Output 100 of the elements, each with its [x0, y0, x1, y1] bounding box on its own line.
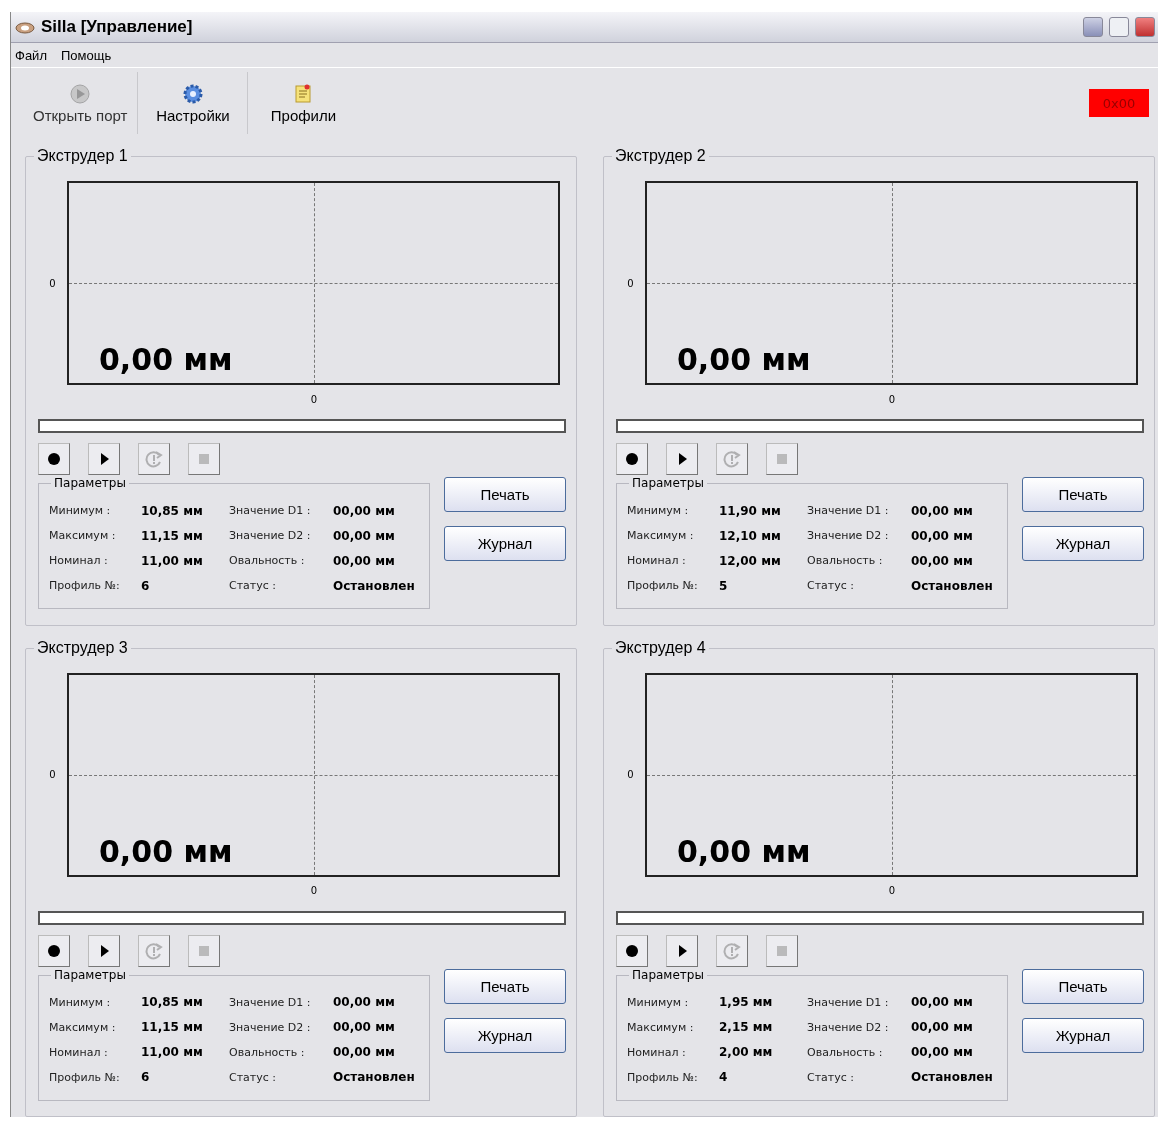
parameter-label: Максимум : — [49, 1020, 117, 1034]
parameter-value: 00,00 мм — [911, 528, 974, 543]
parameter-value: 4 — [719, 1070, 729, 1084]
parameter-label: Овальность : — [229, 554, 306, 567]
play-icon — [69, 82, 92, 105]
parameter-value: 10,85 мм — [141, 995, 204, 1009]
parameter-label: Профиль №: — [627, 1070, 699, 1084]
axis-label: 0 — [626, 769, 635, 780]
close-button[interactable] — [1135, 17, 1155, 37]
parameter-label: Значение D1 : — [807, 504, 890, 517]
parameter-label: Профиль №: — [49, 1070, 121, 1084]
axis-label: 0 — [48, 769, 57, 780]
record-button[interactable] — [38, 934, 70, 967]
play-button[interactable] — [666, 934, 698, 967]
action-button[interactable]: Печать — [444, 968, 566, 1004]
group-title: Параметры — [51, 476, 129, 490]
parameter-label: Значение D2 : — [807, 529, 890, 542]
parameter-value: 1,95 мм — [719, 995, 774, 1009]
record-icon — [623, 450, 641, 468]
menu-item[interactable]: Помощь — [60, 47, 112, 63]
toolbar-button[interactable]: Настройки — [138, 72, 249, 134]
parameter-value: 00,00 мм — [911, 553, 974, 568]
parameter-value: 00,00 мм — [333, 1020, 396, 1034]
maximize-button[interactable] — [1109, 17, 1129, 37]
parameter-label: Овальность : — [807, 1045, 884, 1059]
parameter-value: 00,00 мм — [333, 995, 396, 1009]
play-button[interactable] — [88, 934, 120, 967]
parameter-value: 12,10 мм — [719, 528, 782, 543]
parameter-label: Статус : — [229, 1070, 277, 1084]
play-button[interactable] — [88, 443, 120, 475]
refresh-icon — [145, 450, 163, 468]
parameter-value: 00,00 мм — [333, 503, 396, 518]
parameter-value: 11,00 мм — [141, 553, 204, 568]
parameter-label: Значение D2 : — [229, 529, 312, 542]
parameter-label: Максимум : — [627, 529, 695, 542]
group-title: Параметры — [629, 476, 707, 490]
axis-label: 0 — [310, 393, 318, 405]
axis-label: 0 — [888, 885, 896, 896]
record-button[interactable] — [38, 443, 70, 475]
record-button[interactable] — [616, 443, 648, 475]
panel-title: Экструдер 4 — [612, 638, 709, 657]
parameter-value: 00,00 мм — [911, 1045, 974, 1059]
action-button[interactable]: Журнал — [444, 526, 566, 561]
action-button[interactable]: Печать — [444, 477, 566, 512]
parameter-value: Остановлен — [911, 1070, 994, 1084]
parameter-value: 6 — [141, 578, 151, 593]
parameter-value: Остановлен — [333, 1070, 416, 1084]
parameter-label: Профиль №: — [49, 579, 121, 592]
action-button[interactable]: Печать — [1022, 477, 1144, 512]
parameter-value: 00,00 мм — [333, 553, 396, 568]
parameter-label: Номинал : — [627, 1045, 687, 1059]
parameter-value: 11,15 мм — [141, 1020, 204, 1034]
parameter-value: 2,15 мм — [719, 1020, 774, 1034]
gear-icon — [181, 82, 204, 105]
action-button[interactable]: Журнал — [1022, 1017, 1144, 1053]
action-button[interactable]: Журнал — [444, 1017, 566, 1053]
parameter-value: 6 — [141, 1070, 151, 1084]
parameter-label: Минимум : — [49, 995, 112, 1009]
window-title: Silla [Управление] — [41, 17, 194, 37]
parameter-value: Остановлен — [911, 578, 994, 593]
action-button[interactable]: Журнал — [1022, 526, 1144, 561]
parameter-value: 5 — [719, 578, 729, 593]
parameter-label: Значение D1 : — [229, 504, 312, 517]
parameter-label: Статус : — [807, 579, 855, 592]
panel-title: Экструдер 1 — [34, 147, 131, 165]
parameter-label: Номинал : — [49, 1045, 109, 1059]
record-button[interactable] — [616, 934, 648, 967]
action-button[interactable]: Печать — [1022, 968, 1144, 1004]
parameter-label: Максимум : — [49, 529, 117, 542]
axis-label: 0 — [626, 277, 635, 289]
parameter-label: Минимум : — [49, 504, 112, 517]
parameter-label: Максимум : — [627, 1020, 695, 1034]
parameter-label: Минимум : — [627, 504, 690, 517]
toolbar-button[interactable]: Профили — [248, 72, 359, 134]
parameter-value: 00,00 мм — [333, 1045, 396, 1059]
status-indicator: 0x00 — [1089, 89, 1149, 117]
play-button[interactable] — [666, 443, 698, 475]
parameter-value: 11,15 мм — [141, 528, 204, 543]
parameter-value: 00,00 мм — [333, 528, 396, 543]
parameter-label: Номинал : — [49, 554, 109, 567]
parameter-value: 11,90 мм — [719, 503, 782, 518]
parameter-label: Минимум : — [627, 995, 690, 1009]
group-title: Параметры — [629, 967, 707, 982]
panel-title: Экструдер 3 — [34, 638, 131, 657]
parameter-value: 11,00 мм — [141, 1045, 204, 1059]
parameter-label: Овальность : — [807, 554, 884, 567]
parameter-label: Статус : — [807, 1070, 855, 1084]
parameter-value: 00,00 мм — [911, 503, 974, 518]
parameter-label: Значение D2 : — [229, 1020, 312, 1034]
parameter-label: Статус : — [229, 579, 277, 592]
axis-label: 0 — [310, 885, 318, 896]
axis-label: 0 — [888, 393, 896, 405]
menu-item[interactable]: Файл — [15, 47, 47, 63]
parameter-label: Значение D1 : — [807, 995, 890, 1009]
panel-title: Экструдер 2 — [612, 147, 709, 165]
parameter-label: Профиль №: — [627, 579, 699, 592]
minimize-button[interactable] — [1083, 17, 1103, 37]
parameter-value: 2,00 мм — [719, 1045, 774, 1059]
parameter-label: Значение D2 : — [807, 1020, 890, 1034]
axis-label: 0 — [48, 277, 57, 289]
